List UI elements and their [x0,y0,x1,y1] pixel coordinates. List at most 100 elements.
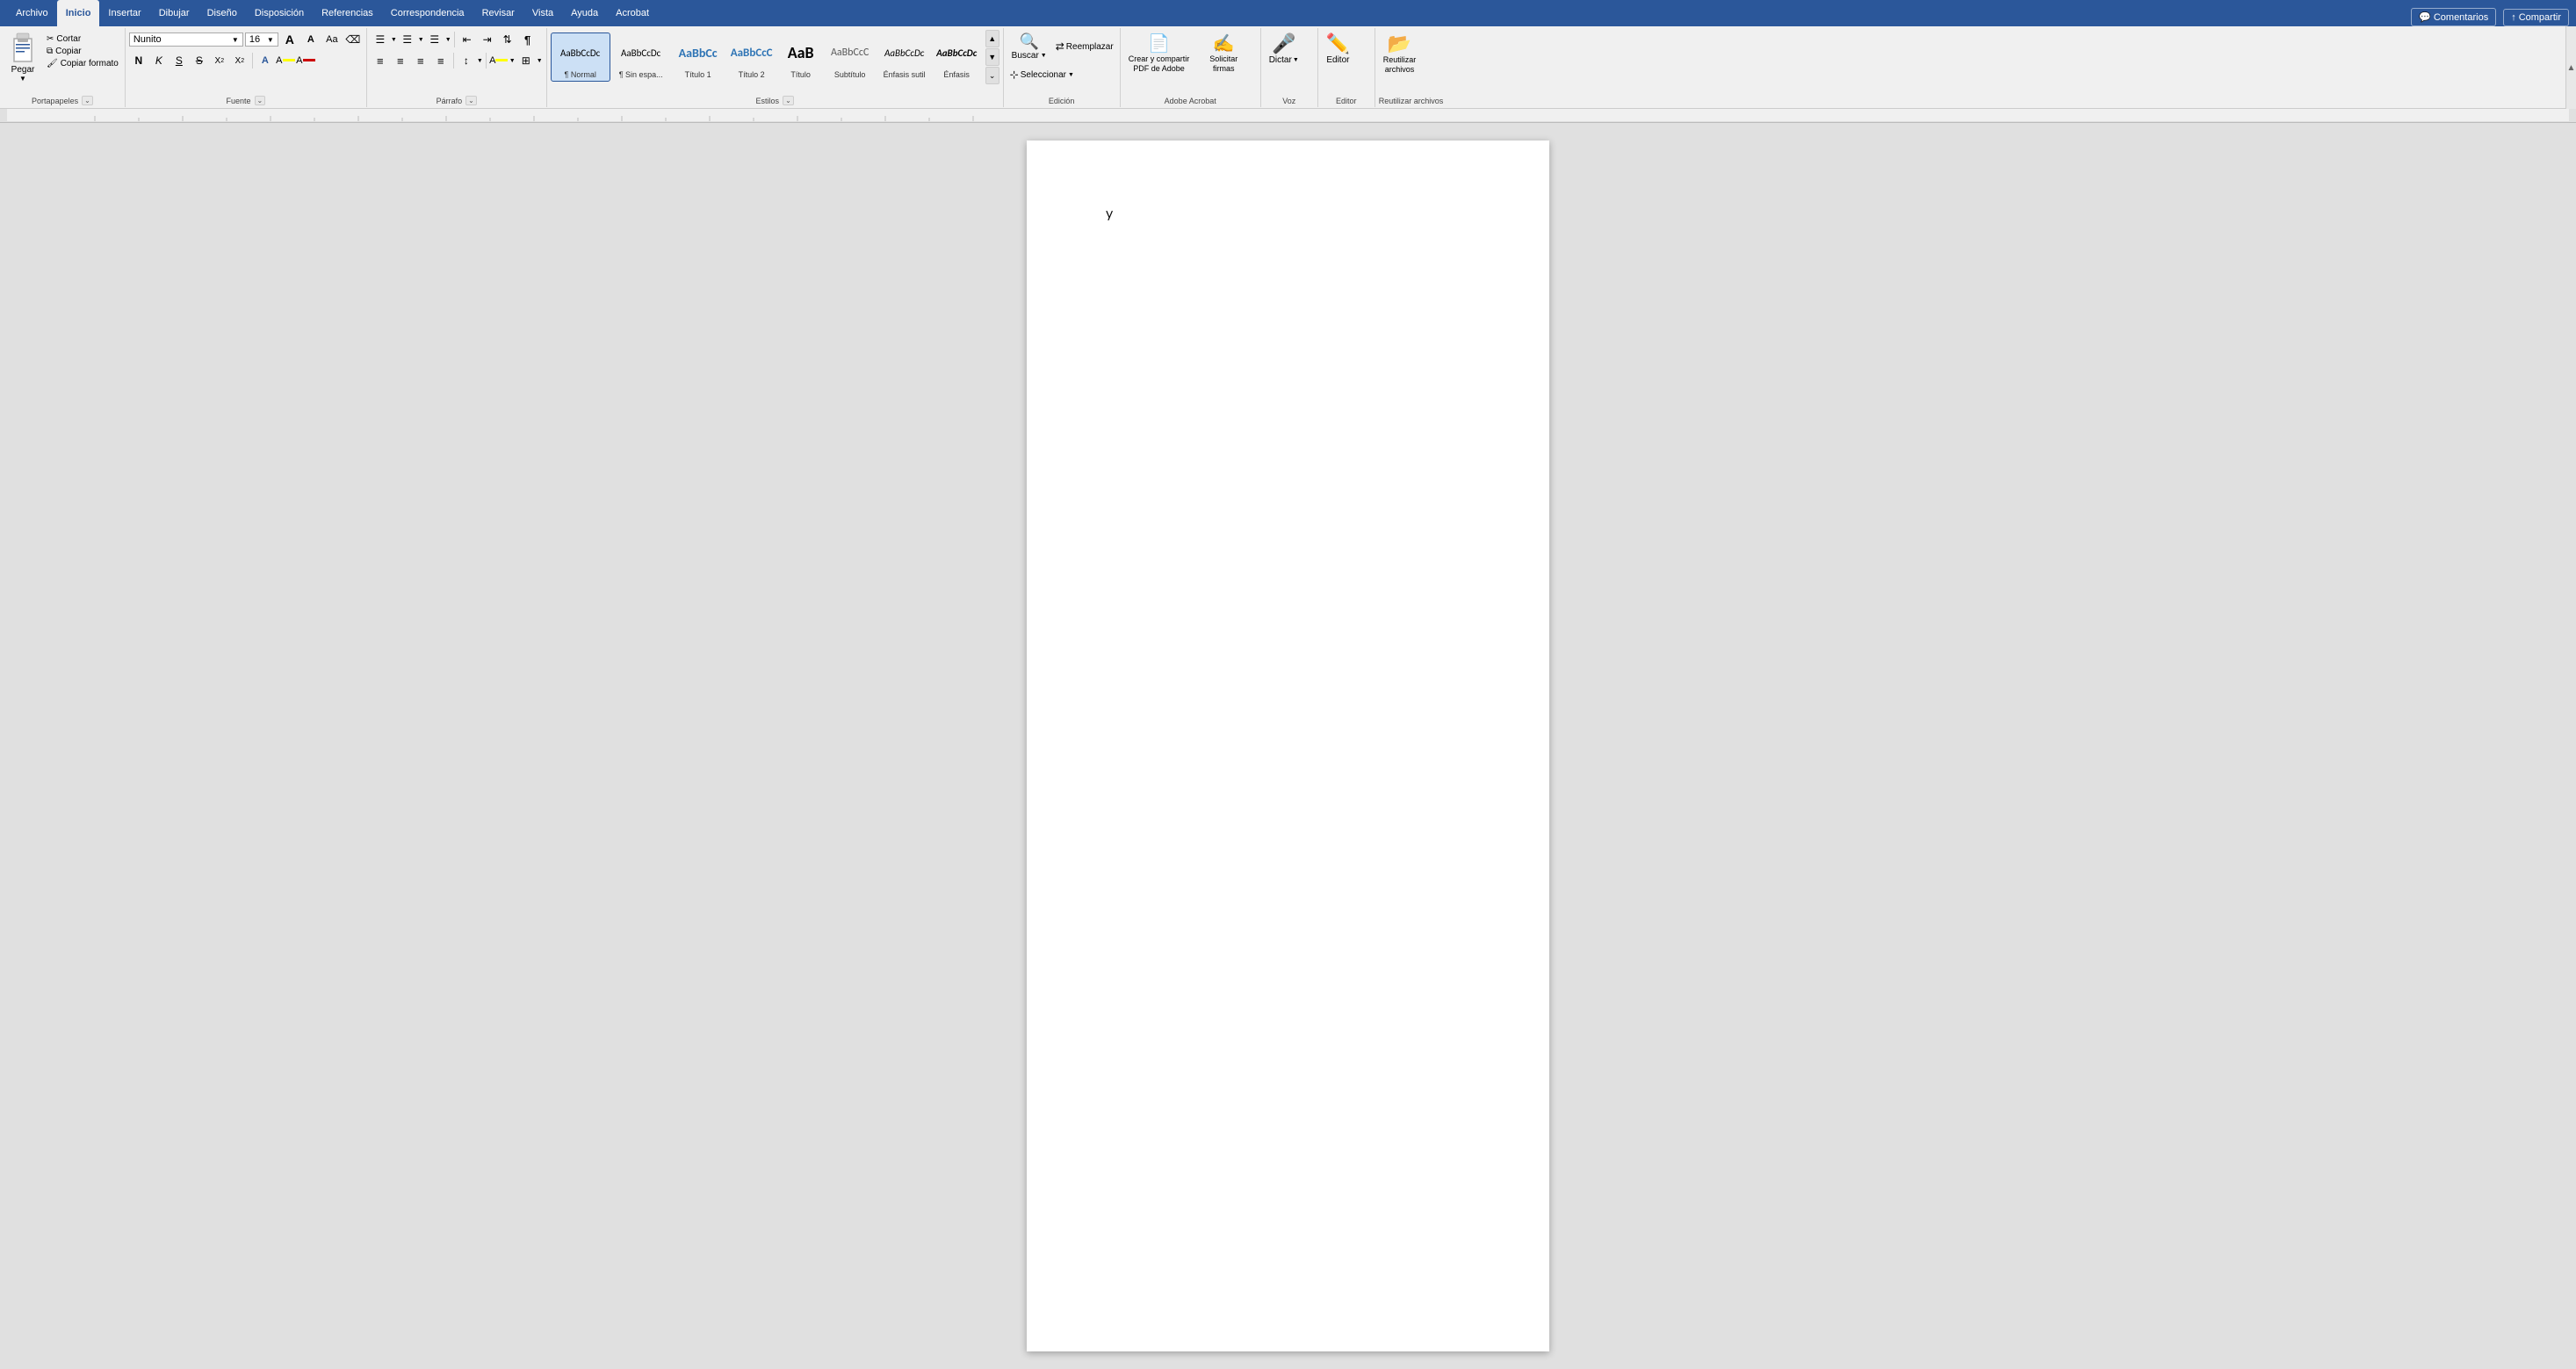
justify-button[interactable]: ≡ [431,51,451,70]
reutilizar-button[interactable]: 📂 Reutilizararchivos [1379,30,1421,77]
tab-insertar[interactable]: Insertar [99,0,149,26]
ruler [0,109,2576,123]
tab-vista[interactable]: Vista [523,0,562,26]
tab-correspondencia[interactable]: Correspondencia [382,0,473,26]
editor-section: ✏️ Editor Editor [1318,28,1375,107]
numbering-button[interactable]: ☰ [398,30,417,49]
font-color-button[interactable]: A [296,51,315,70]
create-share-pdf-button[interactable]: 📄 Crear y compartirPDF de Adobe [1124,30,1194,76]
tab-referencias[interactable]: Referencias [313,0,382,26]
style-titulo1[interactable]: AaBbCc Título 1 [672,33,725,81]
style-enfasis-int[interactable]: AaBbCcDc Énfasis int... [982,33,984,81]
font-size-box[interactable]: 16 ▼ [245,32,278,47]
copy-format-button[interactable]: 🖌 Copiar formato [44,58,121,69]
style-titulo2[interactable]: AaBbCcC Título 2 [725,33,778,81]
tab-ayuda[interactable]: Ayuda [562,0,607,26]
document-area: y [0,123,2576,1369]
dictate-button[interactable]: 🎤 Dictar ▼ [1265,30,1303,68]
style-subtitulo[interactable]: AaBbCcC Subtítulo [824,33,877,81]
editor-label: Editor [1322,97,1371,107]
style-titulo2-preview: AaBbCcC [731,35,773,70]
document-content[interactable]: y [1106,204,1486,223]
styles-scroll-up-button[interactable]: ▲ [985,30,999,47]
text-effects-button[interactable]: A [256,51,275,70]
font-content: Nunito ▼ 16 ▼ A A Aa ⌫ N K S [129,30,363,96]
styles-scroll-down-button[interactable]: ▼ [985,48,999,66]
dictate-dropdown-icon: ▼ [1293,57,1299,63]
text-highlight-button[interactable]: A [276,51,295,70]
align-left-button[interactable]: ≡ [371,51,390,70]
styles-expand-button[interactable]: ⌄ [985,67,999,84]
cut-button[interactable]: ✂ Cortar [44,33,121,45]
comments-button[interactable]: 💬 Comentarios [2411,8,2496,26]
bullets-button[interactable]: ☰ [371,30,390,49]
increase-indent-button[interactable]: ⇥ [478,30,497,49]
paragraph-expand-btn[interactable]: ⌄ [465,96,477,105]
italic-button[interactable]: K [149,51,169,70]
bold-button[interactable]: N [129,51,148,70]
styles-expand-btn[interactable]: ⌄ [783,96,794,105]
share-button[interactable]: ↑ Compartir [2503,9,2569,26]
align-right-button[interactable]: ≡ [411,51,430,70]
paste-dropdown-arrow: ▼ [19,75,26,83]
document-page[interactable]: y [1027,141,1549,1351]
multilevel-button[interactable]: ☰ [425,30,444,49]
tab-revisar[interactable]: Revisar [473,0,523,26]
style-normal[interactable]: AaBbCcDc ¶ Normal [551,32,610,82]
increase-font-button[interactable]: A [280,30,299,49]
decrease-indent-button[interactable]: ⇤ [458,30,477,49]
font-name-box[interactable]: Nunito ▼ [129,32,243,47]
clipboard-content: Pegar ▼ ✂ Cortar ⧉ Copiar 🖌 Copiar [4,30,121,96]
editing-label: Edición [1007,97,1116,107]
tab-dibujar[interactable]: Dibujar [150,0,198,26]
align-center-button[interactable]: ≡ [391,51,410,70]
copy-icon: ⧉ [47,47,53,56]
font-expand-btn[interactable]: ⌄ [255,96,266,105]
shading-button[interactable]: A [489,51,509,70]
style-sin-espacio[interactable]: AaBbCcDc ¶ Sin espa... [611,33,671,81]
replace-button[interactable]: ⇄ Reemplazar [1053,39,1116,54]
style-titulo-preview: AaB [788,35,814,70]
clear-format-button[interactable]: ⌫ [343,30,363,49]
font-section: Nunito ▼ 16 ▼ A A Aa ⌫ N K S [126,28,367,107]
underline-button[interactable]: S [170,51,189,70]
numbering-dropdown-icon: ▼ [418,37,424,43]
tab-disposicion[interactable]: Disposición [246,0,313,26]
tab-diseno[interactable]: Diseño [198,0,246,26]
font-name-dropdown-icon: ▼ [232,36,239,44]
tab-archivo[interactable]: Archivo [7,0,57,26]
paragraph-section: ☰ ▼ ☰ ▼ ☰ ▼ ⇤ ⇥ ⇅ ¶ ≡ ≡ ≡ ≡ [367,28,547,107]
style-enfasis[interactable]: AaBbCcDc Énfasis [933,33,981,81]
share-icon: ↑ [2511,12,2516,23]
subscript-button[interactable]: X2 [210,51,229,70]
search-button[interactable]: 🔍 Buscar ▼ [1007,30,1051,63]
style-normal-preview: AaBbCcDc [560,35,600,70]
main-ribbon: Pegar ▼ ✂ Cortar ⧉ Copiar 🖌 Copiar [0,26,2576,109]
clipboard-section: Pegar ▼ ✂ Cortar ⧉ Copiar 🖌 Copiar [0,28,126,107]
style-titulo[interactable]: AaB Título [779,33,823,81]
select-button[interactable]: ⊹ Seleccionar ▼ [1007,67,1116,83]
line-spacing-button[interactable]: ↕ [457,51,476,70]
request-signatures-button[interactable]: ✍ Solicitarfirmas [1197,30,1250,76]
show-marks-button[interactable]: ¶ [518,30,538,49]
paste-button[interactable]: Pegar ▼ [4,30,42,84]
tab-inicio[interactable]: Inicio [57,0,100,26]
decrease-font-button[interactable]: A [301,30,321,49]
change-case-button[interactable]: Aa [322,30,342,49]
borders-button[interactable]: ⊞ [516,51,536,70]
sort-button[interactable]: ⇅ [498,30,517,49]
clipboard-expand-btn[interactable]: ⌄ [82,96,93,105]
style-enfasis-sutil-label: Énfasis sutil [884,70,926,79]
tab-acrobat[interactable]: Acrobat [607,0,658,26]
superscript-button[interactable]: X2 [230,51,249,70]
style-titulo2-label: Título 2 [739,70,765,79]
style-enfasis-label: Énfasis [943,70,970,79]
ribbon-collapse-button[interactable]: ▲ [2565,26,2576,109]
style-enfasis-sutil[interactable]: AaBbCcDc Énfasis sutil [877,33,932,81]
style-sin-espacio-preview: AaBbCcDc [621,35,660,70]
copy-button[interactable]: ⧉ Copiar [44,46,121,57]
strikethrough-button[interactable]: S [190,51,209,70]
cut-icon: ✂ [47,34,54,44]
styles-content: AaBbCcDc ¶ Normal AaBbCcDc ¶ Sin espa...… [551,30,999,96]
editor-button[interactable]: ✏️ Editor [1322,30,1354,68]
